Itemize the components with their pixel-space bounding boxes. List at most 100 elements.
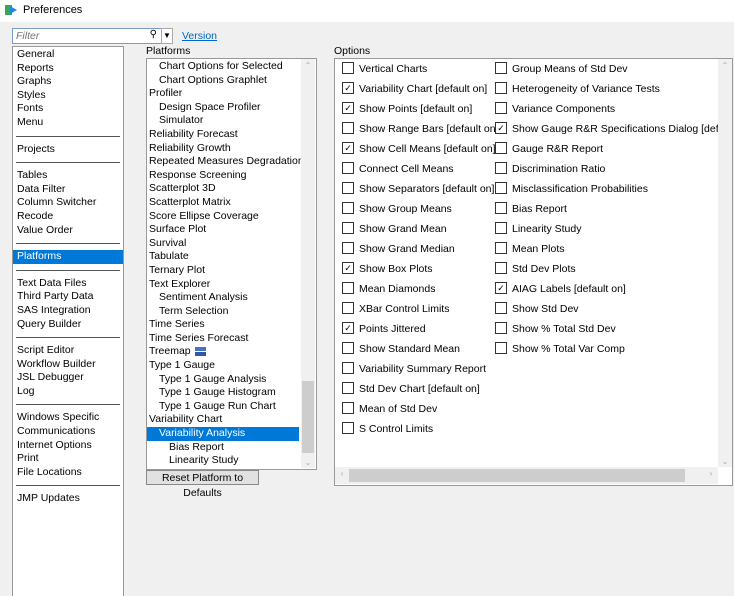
category-item-log[interactable]: Log (13, 385, 123, 399)
checkbox-unchecked-icon[interactable] (342, 362, 354, 375)
category-item-tables[interactable]: Tables (13, 169, 123, 183)
platform-item[interactable]: Bias Report (147, 441, 299, 455)
option-checkbox[interactable]: Mean Plots (495, 241, 565, 257)
category-item-script-editor[interactable]: Script Editor (13, 344, 123, 358)
platform-item[interactable]: Survival (147, 237, 299, 251)
option-checkbox[interactable]: Discrimination Ratio (495, 161, 605, 177)
checkbox-unchecked-icon[interactable] (342, 302, 354, 315)
checkbox-unchecked-icon[interactable] (495, 302, 507, 315)
platform-item[interactable]: Text Explorer (147, 278, 299, 292)
category-item-text-data-files[interactable]: Text Data Files (13, 277, 123, 291)
checkbox-checked-icon[interactable]: ✓ (342, 102, 354, 115)
category-item-internet-options[interactable]: Internet Options (13, 439, 123, 453)
platforms-scroll-thumb[interactable] (302, 381, 314, 453)
checkbox-checked-icon[interactable]: ✓ (342, 322, 354, 335)
platform-item[interactable]: Type 1 Gauge (147, 359, 299, 373)
filter-input[interactable] (13, 29, 144, 43)
platform-item[interactable]: Sentiment Analysis (147, 291, 299, 305)
checkbox-checked-icon[interactable]: ✓ (495, 282, 507, 295)
checkbox-unchecked-icon[interactable] (495, 162, 507, 175)
option-checkbox[interactable]: Show Group Means (342, 201, 452, 217)
option-checkbox[interactable]: Variability Summary Report (342, 361, 486, 377)
checkbox-unchecked-icon[interactable] (342, 342, 354, 355)
checkbox-unchecked-icon[interactable] (342, 402, 354, 415)
checkbox-unchecked-icon[interactable] (342, 222, 354, 235)
option-checkbox[interactable]: Show Grand Median (342, 241, 455, 257)
category-item-sas-integration[interactable]: SAS Integration (13, 304, 123, 318)
option-checkbox[interactable]: Show Range Bars [default on] (342, 121, 499, 137)
option-checkbox[interactable]: Show Std Dev (495, 301, 579, 317)
checkbox-unchecked-icon[interactable] (342, 182, 354, 195)
scroll-up-icon[interactable]: ⌃ (718, 61, 732, 70)
category-item-communications[interactable]: Communications (13, 425, 123, 439)
scroll-right-icon[interactable]: › (704, 469, 718, 478)
platform-item[interactable]: Variability Analysis (147, 427, 299, 441)
option-checkbox[interactable]: Gauge R&R Report (495, 141, 603, 157)
category-item-workflow-builder[interactable]: Workflow Builder (13, 358, 123, 372)
platform-item[interactable]: Reliability Growth (147, 142, 299, 156)
checkbox-unchecked-icon[interactable] (342, 242, 354, 255)
options-vertical-scrollbar[interactable]: ⌃ ⌄ (718, 59, 732, 467)
platform-item[interactable]: Design Space Profiler (147, 101, 299, 115)
category-item-file-locations[interactable]: File Locations (13, 466, 123, 480)
checkbox-checked-icon[interactable]: ✓ (495, 122, 507, 135)
checkbox-unchecked-icon[interactable] (342, 382, 354, 395)
category-item-platforms[interactable]: Platforms (13, 250, 123, 264)
option-checkbox[interactable]: Connect Cell Means (342, 161, 454, 177)
scroll-left-icon[interactable]: ‹ (335, 469, 349, 478)
checkbox-unchecked-icon[interactable] (495, 142, 507, 155)
checkbox-unchecked-icon[interactable] (495, 82, 507, 95)
checkbox-unchecked-icon[interactable] (342, 162, 354, 175)
checkbox-unchecked-icon[interactable] (495, 102, 507, 115)
platform-item[interactable]: Scatterplot 3D (147, 182, 299, 196)
platform-item[interactable]: Ternary Plot (147, 264, 299, 278)
platform-item[interactable]: Scatterplot Matrix (147, 196, 299, 210)
checkbox-unchecked-icon[interactable] (495, 342, 507, 355)
option-checkbox[interactable]: ✓ Variability Chart [default on] (342, 81, 487, 97)
platform-item[interactable]: Chart Options for Selected (147, 60, 299, 74)
option-checkbox[interactable]: Bias Report (495, 201, 567, 217)
category-item-styles[interactable]: Styles (13, 89, 123, 103)
checkbox-unchecked-icon[interactable] (342, 202, 354, 215)
options-horizontal-scroll-thumb[interactable] (349, 469, 685, 482)
category-item-windows-specific[interactable]: Windows Specific (13, 411, 123, 425)
scroll-down-icon[interactable]: ⌄ (301, 458, 315, 467)
platform-item[interactable]: Surface Plot (147, 223, 299, 237)
checkbox-unchecked-icon[interactable] (342, 422, 354, 435)
option-checkbox[interactable]: ✓ Show Points [default on] (342, 101, 472, 117)
option-checkbox[interactable]: Std Dev Chart [default on] (342, 381, 480, 397)
scroll-up-icon[interactable]: ⌃ (301, 61, 315, 70)
category-item-menu[interactable]: Menu (13, 116, 123, 130)
platform-item[interactable]: Score Ellipse Coverage (147, 210, 299, 224)
option-checkbox[interactable]: Mean of Std Dev (342, 401, 437, 417)
platform-item[interactable]: Linearity Study (147, 454, 299, 468)
filter-dropdown-button[interactable]: ▼ (161, 28, 173, 44)
option-checkbox[interactable]: Show % Total Var Comp (495, 341, 625, 357)
option-checkbox[interactable]: Variance Components (495, 101, 615, 117)
category-item-recode[interactable]: Recode (13, 210, 123, 224)
category-item-general[interactable]: General (13, 48, 123, 62)
platform-item[interactable]: Repeated Measures Degradation (147, 155, 304, 169)
checkbox-unchecked-icon[interactable] (495, 242, 507, 255)
checkbox-unchecked-icon[interactable] (342, 122, 354, 135)
category-item-projects[interactable]: Projects (13, 143, 123, 157)
option-checkbox[interactable]: XBar Control Limits (342, 301, 449, 317)
option-checkbox[interactable]: Mean Diamonds (342, 281, 435, 297)
platform-item[interactable]: Time Series (147, 318, 299, 332)
category-item-query-builder[interactable]: Query Builder (13, 318, 123, 332)
category-item-print[interactable]: Print (13, 452, 123, 466)
option-checkbox[interactable]: Group Means of Std Dev (495, 61, 628, 77)
option-checkbox[interactable]: Vertical Charts (342, 61, 427, 77)
platform-item[interactable]: Profiler (147, 87, 299, 101)
checkbox-unchecked-icon[interactable] (495, 262, 507, 275)
category-item-column-switcher[interactable]: Column Switcher (13, 196, 123, 210)
checkbox-unchecked-icon[interactable] (495, 222, 507, 235)
category-item-jsl-debugger[interactable]: JSL Debugger (13, 371, 123, 385)
checkbox-unchecked-icon[interactable] (495, 62, 507, 75)
category-item-jmp-updates[interactable]: JMP Updates (13, 492, 123, 506)
option-checkbox[interactable]: ✓ Show Box Plots (342, 261, 433, 277)
checkbox-unchecked-icon[interactable] (342, 62, 354, 75)
platform-item[interactable]: Type 1 Gauge Analysis (147, 373, 299, 387)
category-list[interactable]: General Reports Graphs Styles Fonts Menu Proje… (12, 46, 124, 596)
checkbox-unchecked-icon[interactable] (495, 322, 507, 335)
